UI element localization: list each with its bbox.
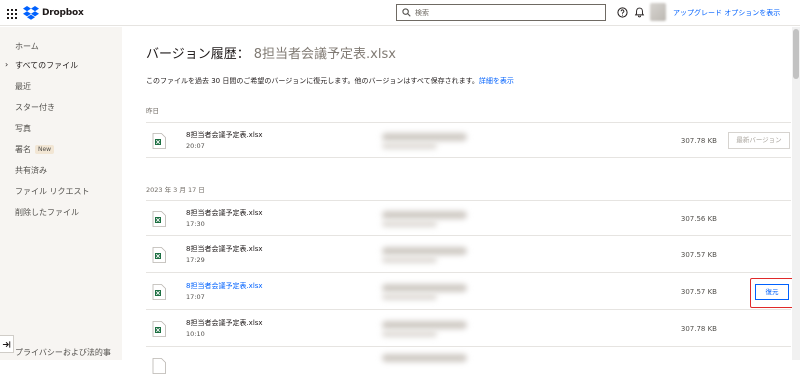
redacted-editor-info: [382, 221, 437, 227]
collapse-sidebar-button[interactable]: [0, 335, 14, 353]
sidebar-item-label: 署名: [15, 145, 31, 154]
excel-file-icon: [152, 321, 166, 337]
scrollbar-thumb[interactable]: [793, 29, 799, 79]
restore-button[interactable]: 復元: [755, 284, 789, 300]
redacted-editor-info: [382, 331, 437, 337]
redacted-editor-info: [382, 294, 437, 300]
redacted-editor-info: [382, 133, 467, 141]
redacted-editor-info: [382, 143, 437, 149]
redacted-editor-info: [382, 247, 467, 255]
dropbox-icon: [23, 6, 39, 20]
avatar[interactable]: [650, 3, 666, 21]
app-grid-icon[interactable]: [7, 9, 17, 19]
excel-file-icon: [152, 284, 166, 300]
description-text: このファイルを過去 30 日間のご希望のバージョンに復元します。他のバージョンは…: [146, 77, 479, 85]
redacted-editor-info: [382, 284, 467, 292]
file-time: 20:07: [186, 142, 205, 150]
version-row[interactable]: 8担当者会議予定表.xlsx 17:29 307.57 KB: [146, 237, 791, 273]
new-badge: New: [35, 145, 55, 154]
file-time: 10:10: [186, 330, 205, 338]
file-size: 307.57 KB: [680, 251, 717, 259]
redacted-editor-info: [382, 211, 467, 219]
excel-file-icon: [152, 211, 166, 227]
sidebar-item-shared[interactable]: 共有済み: [15, 165, 47, 176]
sidebar-item-file-requests[interactable]: ファイル リクエスト: [15, 186, 90, 197]
details-link[interactable]: 詳細を表示: [479, 77, 514, 85]
redacted-editor-info: [382, 257, 437, 263]
sidebar-item-signatures[interactable]: 署名 New: [15, 144, 55, 155]
privacy-legal-link[interactable]: プライバシーおよび法的事: [15, 347, 111, 358]
file-size: 307.56 KB: [680, 215, 717, 223]
version-row-partial[interactable]: [146, 348, 791, 384]
file-size: 307.57 KB: [680, 288, 717, 296]
file-time: 17:30: [186, 220, 205, 228]
version-row-hovered[interactable]: 8担当者会議予定表.xlsx 17:07 307.57 KB 復元: [146, 274, 794, 310]
arrow-right-bar-icon: [2, 341, 11, 348]
group-label-date: 2023 年 3 月 17 日: [146, 186, 205, 194]
top-bar: Dropbox アップグレード オプションを表示: [0, 0, 800, 26]
chevron-right-icon: ›: [5, 60, 9, 69]
page-title-filename: 8担当者会議予定表.xlsx: [253, 47, 396, 62]
file-size: 307.78 KB: [680, 325, 717, 333]
file-name[interactable]: 8担当者会議予定表.xlsx: [186, 130, 263, 140]
notification-bell-icon[interactable]: [634, 7, 645, 18]
excel-file-icon: [152, 358, 166, 374]
app-name: Dropbox: [42, 8, 84, 18]
sidebar-item-deleted-files[interactable]: 削除したファイル: [15, 207, 79, 218]
sidebar-item-all-files[interactable]: すべてのファイル: [15, 60, 78, 71]
search-icon: [402, 8, 411, 17]
version-row[interactable]: 8担当者会議予定表.xlsx 10:10 307.78 KB: [146, 311, 791, 347]
redacted-editor-info: [382, 354, 467, 362]
search-input[interactable]: [415, 6, 600, 19]
help-icon[interactable]: [617, 7, 628, 18]
version-row[interactable]: 8担当者会議予定表.xlsx 17:30 307.56 KB: [146, 200, 791, 236]
excel-file-icon: [152, 247, 166, 263]
dropbox-logo[interactable]: Dropbox: [23, 6, 84, 20]
upgrade-options-link[interactable]: アップグレード オプションを表示: [673, 8, 780, 18]
file-size: 307.78 KB: [680, 137, 717, 145]
file-time: 17:29: [186, 256, 205, 264]
version-row[interactable]: 8担当者会議予定表.xlsx 20:07 307.78 KB 最新バージョン: [146, 122, 791, 158]
sidebar-item-recent[interactable]: 最近: [15, 81, 31, 92]
page-title: バージョン履歴： 8担当者会議予定表.xlsx: [146, 43, 396, 62]
excel-file-icon: [152, 133, 166, 149]
sidebar-item-starred[interactable]: スター付き: [15, 102, 55, 113]
sidebar-item-photos[interactable]: 写真: [15, 123, 31, 134]
file-name[interactable]: 8担当者会議予定表.xlsx: [186, 281, 263, 291]
sidebar: ホーム › すべてのファイル 最近 スター付き 写真 署名 New 共有済み ファ…: [0, 27, 122, 360]
sidebar-item-home[interactable]: ホーム: [15, 41, 39, 52]
main-scrollbar[interactable]: [792, 27, 800, 360]
file-time: 17:07: [186, 293, 205, 301]
file-name[interactable]: 8担当者会議予定表.xlsx: [186, 208, 263, 218]
file-name[interactable]: 8担当者会議予定表.xlsx: [186, 318, 263, 328]
redacted-editor-info: [382, 321, 467, 329]
search-box[interactable]: [396, 4, 606, 21]
group-label-yesterday: 昨日: [146, 107, 159, 115]
page-description: このファイルを過去 30 日間のご希望のバージョンに復元します。他のバージョンは…: [146, 76, 514, 86]
page-title-prefix: バージョン履歴：: [146, 47, 250, 62]
file-name[interactable]: 8担当者会議予定表.xlsx: [186, 244, 263, 254]
latest-version-button: 最新バージョン: [728, 132, 790, 149]
